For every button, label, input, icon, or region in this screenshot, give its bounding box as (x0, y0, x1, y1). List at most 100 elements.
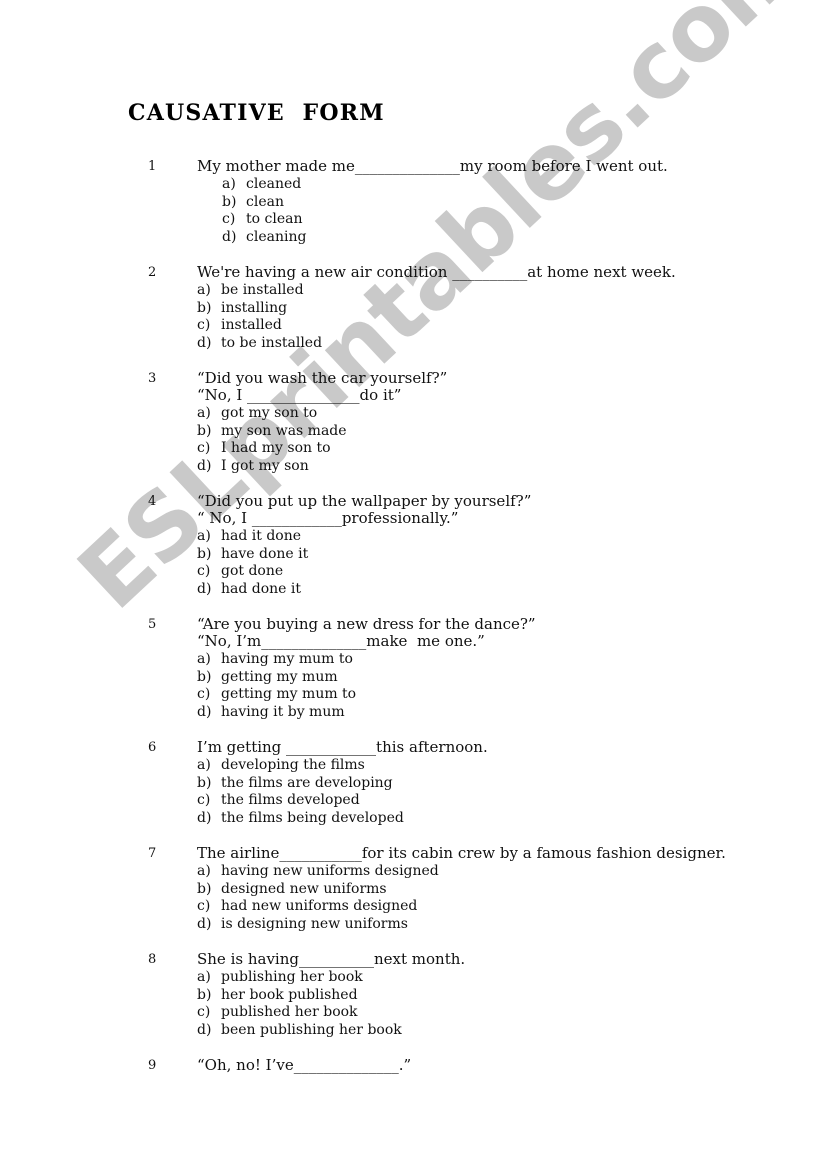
option-list: a) cleaned b) clean c) to clean d) cleaning (0, 176, 826, 246)
option-item[interactable]: b) installing (197, 300, 826, 318)
option-item[interactable]: d) having it by mum (197, 704, 826, 722)
option-label: having it by mum (221, 703, 345, 720)
option-label: the films being developed (221, 809, 404, 826)
option-item[interactable]: a) publishing her book (197, 969, 826, 987)
question-text: “Did you wash the car yourself?” (197, 369, 448, 387)
option-letter: c) (197, 898, 211, 914)
option-item[interactable]: b) my son was made (197, 423, 826, 441)
option-item[interactable]: c) I had my son to (197, 440, 826, 458)
question-text: “Did you put up the wallpaper by yoursel… (197, 492, 532, 510)
option-label: getting my mum to (221, 686, 357, 702)
question-line: 3 “Did you wash the car yourself?” (0, 370, 826, 387)
option-item[interactable]: d) had done it (197, 581, 826, 599)
question-text: “ No, I ____________professionally.” (197, 509, 459, 527)
option-label: installed (221, 317, 282, 333)
option-label: is designing new uniforms (221, 915, 408, 932)
option-item[interactable]: b) have done it (197, 546, 826, 564)
option-letter: b) (197, 774, 212, 791)
option-item[interactable]: a) got my son to (197, 405, 826, 423)
option-letter: a) (197, 757, 211, 773)
option-letter: b) (197, 880, 212, 897)
option-item[interactable]: c) had new uniforms designed (197, 898, 826, 916)
option-list: a) publishing her book b) her book publishe… (0, 969, 826, 1039)
option-list: a) had it done b) have done it c) got done d) h… (0, 528, 826, 598)
option-letter: d) (197, 809, 212, 826)
option-item[interactable]: c) published her book (197, 1004, 826, 1022)
option-label: be installed (221, 282, 304, 298)
option-label: published her book (221, 1004, 358, 1020)
option-item[interactable]: b) designed new uniforms (197, 881, 826, 899)
question-text: She is having__________next month. (197, 950, 466, 968)
option-letter: d) (222, 228, 237, 245)
question-text: The airline___________for its cabin crew… (197, 844, 726, 862)
option-item[interactable]: d) the films being developed (197, 810, 826, 828)
option-item[interactable]: d) cleaning (222, 229, 826, 247)
worksheet-page: ESLprintables.com CAUSATIVE FORM 1 My mot… (0, 0, 826, 1169)
option-item[interactable]: c) got done (197, 563, 826, 581)
option-letter: d) (197, 334, 212, 351)
question-text: “Oh, no! I’ve______________.” (197, 1056, 412, 1074)
question-text: My mother made me______________my room b… (197, 157, 668, 175)
option-item[interactable]: d) is designing new uniforms (197, 916, 826, 934)
question-line: 9 “Oh, no! I’ve______________.” (0, 1057, 826, 1074)
option-item[interactable]: c) installed (197, 317, 826, 335)
question-number: 7 (148, 846, 157, 861)
question-line: 2 We're having a new air condition ______… (0, 264, 826, 281)
option-letter: b) (197, 422, 212, 439)
question-list: 1 My mother made me______________my room … (0, 158, 826, 1092)
option-label: had new uniforms designed (221, 898, 418, 914)
question-number: 1 (148, 159, 157, 174)
option-item[interactable]: b) getting my mum (197, 669, 826, 687)
option-item[interactable]: a) having new uniforms designed (197, 863, 826, 881)
question-text: I’m getting ____________this afternoon. (197, 738, 488, 756)
option-letter: b) (197, 986, 212, 1003)
option-label: the films developed (221, 792, 360, 808)
option-list: a) be installed b) installing c) installed d) t… (0, 282, 826, 352)
option-letter: a) (197, 969, 211, 985)
option-letter: a) (197, 651, 211, 667)
option-label: had done it (221, 580, 302, 597)
option-list: a) having my mum to b) getting my mum c) gett… (0, 651, 826, 721)
option-letter: d) (197, 457, 212, 474)
option-letter: c) (197, 440, 211, 456)
option-item[interactable]: a) having my mum to (197, 651, 826, 669)
option-list: a) having new uniforms designed b) designed… (0, 863, 826, 933)
question-text: “Are you buying a new dress for the danc… (197, 615, 536, 633)
option-item[interactable]: a) cleaned (222, 176, 826, 194)
option-item[interactable]: d) been publishing her book (197, 1022, 826, 1040)
option-label: I had my son to (221, 440, 331, 456)
option-label: have done it (221, 545, 309, 562)
option-item[interactable]: d) to be installed (197, 335, 826, 353)
option-item[interactable]: a) had it done (197, 528, 826, 546)
question-line: 4 “Did you put up the wallpaper by yourse… (0, 493, 826, 510)
option-letter: b) (197, 668, 212, 685)
question-line-continued: “No, I _______________do it” (0, 387, 826, 404)
option-item[interactable]: c) to clean (222, 211, 826, 229)
option-item[interactable]: a) be installed (197, 282, 826, 300)
option-letter: a) (197, 405, 211, 421)
option-label: I got my son (221, 457, 309, 474)
option-letter: b) (197, 299, 212, 316)
question-line: 8 She is having__________next month. (0, 951, 826, 968)
option-item[interactable]: d) I got my son (197, 458, 826, 476)
option-letter: a) (197, 863, 211, 879)
question-line: 6 I’m getting ____________this afternoon. (0, 739, 826, 756)
option-list: a) got my son to b) my son was made c) I had … (0, 405, 826, 475)
question-block: 7 The airline___________for its cabin cre… (0, 845, 826, 933)
option-item[interactable]: a) developing the films (197, 757, 826, 775)
page-title: CAUSATIVE FORM (128, 100, 385, 126)
option-letter: a) (197, 528, 211, 544)
option-item[interactable]: b) the films are developing (197, 775, 826, 793)
question-number: 8 (148, 952, 157, 967)
option-label: to clean (246, 211, 303, 227)
question-block: 4 “Did you put up the wallpaper by yourse… (0, 493, 826, 598)
option-item[interactable]: b) clean (222, 194, 826, 212)
option-item[interactable]: c) getting my mum to (197, 686, 826, 704)
option-letter: c) (197, 792, 211, 808)
question-text: “No, I _______________do it” (197, 386, 402, 404)
option-letter: a) (197, 282, 211, 298)
option-item[interactable]: c) the films developed (197, 792, 826, 810)
option-item[interactable]: b) her book published (197, 987, 826, 1005)
option-label: to be installed (221, 334, 323, 351)
option-label: publishing her book (221, 969, 363, 985)
